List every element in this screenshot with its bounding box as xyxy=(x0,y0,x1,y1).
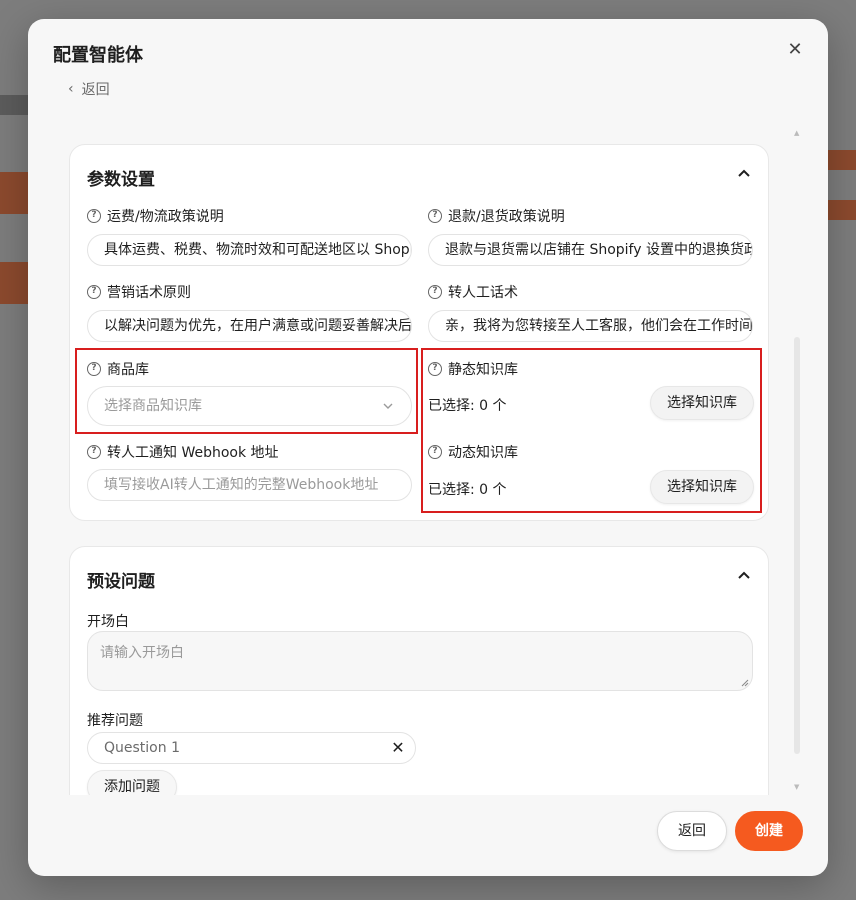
params-card: 参数设置 ? 运费/物流政策说明 具体运费、税费、物流时效和可配送地区以 Sho… xyxy=(69,144,769,521)
handoff-script-label: ? 转人工话术 xyxy=(428,282,518,302)
back-link-label: 返回 xyxy=(81,82,110,98)
preset-questions-card: 预设问题 开场白 请输入开场白 推荐问题 Question 1 ✕ 添加问题 xyxy=(69,546,769,795)
select-static-kb-button[interactable]: 选择知识库 xyxy=(650,386,754,420)
help-icon: ? xyxy=(428,445,442,459)
opening-label: 开场白 xyxy=(87,614,129,630)
back-link[interactable]: ‹ 返回 xyxy=(68,79,110,99)
help-icon: ? xyxy=(428,362,442,376)
chevron-left-icon: ‹ xyxy=(68,81,74,97)
static-kb-count: 已选择: 0 个 xyxy=(428,398,507,414)
static-kb-label-text: 静态知识库 xyxy=(448,362,518,378)
form-scroll-area: 参数设置 ? 运费/物流政策说明 具体运费、税费、物流时效和可配送地区以 Sho… xyxy=(28,129,828,795)
add-question-button[interactable]: 添加问题 xyxy=(87,770,177,795)
chevron-down-icon xyxy=(383,403,393,409)
help-icon: ? xyxy=(428,285,442,299)
preset-title: 预设问题 xyxy=(87,572,155,592)
refund-policy-label-text: 退款/退货政策说明 xyxy=(448,209,565,225)
chevron-up-icon[interactable] xyxy=(737,569,751,583)
product-library-placeholder: 选择商品知识库 xyxy=(104,398,202,414)
help-icon: ? xyxy=(428,209,442,223)
close-icon[interactable]: ✕ xyxy=(391,740,405,756)
question-input[interactable]: Question 1 ✕ xyxy=(87,732,416,764)
handoff-script-input[interactable]: 亲，我将为您转接至人工客服，他们会在工作时间内回复您 xyxy=(428,310,753,342)
product-library-label-text: 商品库 xyxy=(107,362,149,378)
refund-policy-input[interactable]: 退款与退货需以店铺在 Shopify 设置中的退换货政策为准 xyxy=(428,234,753,266)
background-element xyxy=(826,200,856,220)
help-icon: ? xyxy=(87,362,101,376)
marketing-principle-label: ? 营销话术原则 xyxy=(87,282,191,302)
help-icon: ? xyxy=(87,445,101,459)
dynamic-kb-label: ? 动态知识库 xyxy=(428,442,518,462)
product-library-select[interactable]: 选择商品知识库 xyxy=(87,386,412,426)
opening-textarea[interactable]: 请输入开场白 xyxy=(87,631,753,691)
marketing-principle-label-text: 营销话术原则 xyxy=(107,285,191,301)
opening-placeholder: 请输入开场白 xyxy=(100,645,184,661)
help-icon: ? xyxy=(87,285,101,299)
dynamic-kb-count: 已选择: 0 个 xyxy=(428,482,507,498)
close-icon[interactable]: ✕ xyxy=(786,41,804,59)
chevron-up-icon[interactable] xyxy=(737,167,751,181)
marketing-principle-input[interactable]: 以解决问题为优先，在用户满意或问题妥善解决后再推荐 xyxy=(87,310,412,342)
background-element xyxy=(826,150,856,170)
back-button[interactable]: 返回 xyxy=(657,811,727,851)
webhook-input[interactable]: 填写接收AI转人工通知的完整Webhook地址 xyxy=(87,469,412,501)
modal-title: 配置智能体 xyxy=(53,45,143,66)
params-title: 参数设置 xyxy=(87,170,155,190)
configure-agent-modal: 配置智能体 ✕ ‹ 返回 ▲ ▼ 参数设置 ? 运费/物流政策说明 具体运费、税… xyxy=(28,19,828,876)
shipping-policy-input[interactable]: 具体运费、税费、物流时效和可配送地区以 Shopify xyxy=(87,234,412,266)
shipping-policy-label: ? 运费/物流政策说明 xyxy=(87,206,224,226)
handoff-script-label-text: 转人工话术 xyxy=(448,285,518,301)
shipping-policy-label-text: 运费/物流政策说明 xyxy=(107,209,224,225)
webhook-label-text: 转人工通知 Webhook 地址 xyxy=(107,445,279,461)
suggested-questions-label: 推荐问题 xyxy=(87,713,143,729)
create-button[interactable]: 创建 xyxy=(735,811,803,851)
product-library-label: ? 商品库 xyxy=(87,359,149,379)
question-text: Question 1 xyxy=(104,740,180,756)
dynamic-kb-label-text: 动态知识库 xyxy=(448,445,518,461)
static-kb-label: ? 静态知识库 xyxy=(428,359,518,379)
resize-grip-icon[interactable] xyxy=(741,679,749,687)
help-icon: ? xyxy=(87,209,101,223)
select-dynamic-kb-button[interactable]: 选择知识库 xyxy=(650,470,754,504)
webhook-label: ? 转人工通知 Webhook 地址 xyxy=(87,442,279,462)
refund-policy-label: ? 退款/退货政策说明 xyxy=(428,206,565,226)
